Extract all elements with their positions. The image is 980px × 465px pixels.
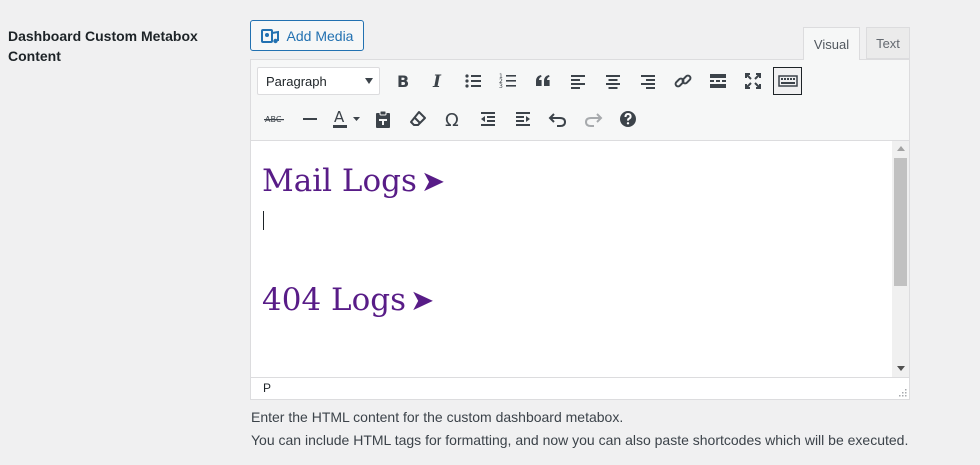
tab-visual[interactable]: Visual xyxy=(803,27,860,60)
link-icon xyxy=(674,74,691,88)
undo-button[interactable] xyxy=(540,104,575,134)
toolbar-toggle-icon xyxy=(777,75,798,87)
indent-button[interactable] xyxy=(505,104,540,134)
redo-button[interactable] xyxy=(575,104,610,134)
indent-icon xyxy=(515,112,530,126)
add-media-button[interactable]: Add Media xyxy=(250,20,364,51)
clear-formatting-button[interactable] xyxy=(400,104,435,134)
toolbar-row-1: Paragraph B I 1 2 3 xyxy=(257,64,802,98)
blockquote-button[interactable] xyxy=(525,66,560,96)
text-cursor xyxy=(263,211,264,230)
toolbar-row-2: ABC A Ω xyxy=(257,102,645,136)
paste-text-icon xyxy=(375,110,390,128)
horizontal-line-button[interactable] xyxy=(292,104,327,134)
svg-text:B: B xyxy=(397,72,409,91)
heading-404-logs-text: 404 Logs xyxy=(262,282,407,318)
align-right-button[interactable] xyxy=(630,66,665,96)
fullscreen-button[interactable] xyxy=(735,66,770,96)
chevron-down-icon xyxy=(365,78,373,84)
chevron-down-icon xyxy=(353,117,360,121)
scroll-up-arrow-icon[interactable] xyxy=(897,146,905,151)
redo-icon xyxy=(584,113,602,127)
arrow-icon: ➤ xyxy=(420,164,446,198)
scrollbar-thumb[interactable] xyxy=(894,158,907,286)
heading-mail-logs-text: Mail Logs xyxy=(262,163,417,199)
special-character-icon: Ω xyxy=(445,110,459,129)
format-select[interactable]: Paragraph xyxy=(257,67,380,95)
bold-button[interactable]: B xyxy=(385,66,420,96)
element-path[interactable]: P xyxy=(263,381,271,395)
blockquote-icon xyxy=(535,75,550,86)
resize-handle-icon[interactable] xyxy=(898,388,907,397)
editor: Paragraph B I 1 2 3 ABC A Ω Mail Logs ➤ … xyxy=(250,59,910,400)
add-media-label: Add Media xyxy=(286,27,354,44)
numbered-list-button[interactable]: 1 2 3 xyxy=(490,66,525,96)
undo-icon xyxy=(548,113,566,127)
link-button[interactable] xyxy=(665,66,700,96)
outdent-button[interactable] xyxy=(470,104,505,134)
help-icon xyxy=(619,111,636,127)
editor-statusbar: P xyxy=(251,377,909,399)
strikethrough-icon: ABC xyxy=(263,115,284,124)
editor-toolbar: Paragraph B I 1 2 3 ABC A Ω xyxy=(251,60,909,141)
heading-404-logs: 404 Logs ➤ xyxy=(262,282,434,318)
editor-scrollbar[interactable] xyxy=(892,141,909,377)
media-icon xyxy=(260,27,279,45)
text-color-button[interactable]: A xyxy=(327,104,365,134)
outdent-icon xyxy=(480,112,495,126)
bullet-list-button[interactable] xyxy=(455,66,490,96)
text-color-icon: A xyxy=(333,108,360,128)
svg-text:I: I xyxy=(432,72,442,91)
arrow-icon: ➤ xyxy=(410,283,435,317)
bullet-list-icon xyxy=(464,74,481,88)
help-button[interactable] xyxy=(610,104,645,134)
align-left-button[interactable] xyxy=(560,66,595,96)
read-more-icon xyxy=(709,74,726,88)
italic-icon: I xyxy=(432,72,442,91)
scroll-down-arrow-icon[interactable] xyxy=(897,366,905,371)
italic-button[interactable]: I xyxy=(420,66,455,96)
align-right-icon xyxy=(640,75,655,89)
field-label: Dashboard Custom Metabox Content xyxy=(8,28,198,64)
format-select-value: Paragraph xyxy=(266,73,327,89)
editor-content[interactable]: Mail Logs ➤ 404 Logs ➤ xyxy=(251,141,892,377)
numbered-list-icon: 1 2 3 xyxy=(499,73,516,90)
horizontal-line-icon xyxy=(302,118,317,120)
clear-formatting-icon xyxy=(409,111,426,126)
align-left-icon xyxy=(570,75,585,89)
fullscreen-icon xyxy=(744,73,761,89)
tab-text[interactable]: Text xyxy=(866,27,910,59)
omega-glyph: Ω xyxy=(445,110,459,129)
strikethrough-button[interactable]: ABC xyxy=(257,104,292,134)
description-line-1: Enter the HTML content for the custom da… xyxy=(251,409,624,425)
special-character-button[interactable]: Ω xyxy=(435,104,470,134)
description-line-2: You can include HTML tags for formatting… xyxy=(251,432,909,448)
read-more-button[interactable] xyxy=(700,66,735,96)
text-color-letter: A xyxy=(334,108,345,126)
bold-icon: B xyxy=(397,72,409,91)
paste-text-button[interactable] xyxy=(365,104,400,134)
align-center-icon xyxy=(605,75,620,89)
heading-mail-logs: Mail Logs ➤ xyxy=(262,163,445,199)
align-center-button[interactable] xyxy=(595,66,630,96)
toolbar-toggle-button[interactable] xyxy=(773,67,802,95)
svg-text:3: 3 xyxy=(499,83,503,90)
